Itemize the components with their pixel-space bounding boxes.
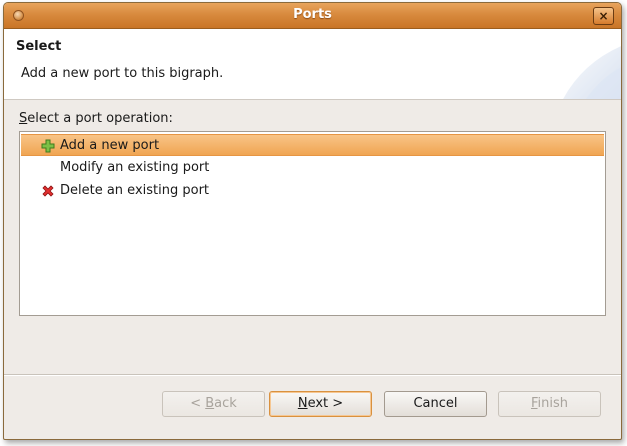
next-button[interactable]: Next >: [269, 391, 372, 417]
prompt-text: elect a port operation:: [27, 111, 173, 126]
next-label: ext >: [307, 396, 344, 411]
back-mnemonic: B: [205, 396, 215, 411]
back-button[interactable]: < Back: [162, 391, 265, 417]
button-separator: [4, 374, 621, 376]
finish-button[interactable]: Finish: [498, 391, 601, 417]
cancel-button[interactable]: Cancel: [384, 391, 487, 417]
list-item-add-port[interactable]: Add a new port: [21, 134, 604, 156]
operation-list[interactable]: Add a new port Modify an existing port D…: [19, 131, 606, 316]
back-prefix: <: [190, 396, 206, 411]
list-item-label: Add a new port: [60, 138, 160, 153]
page-description: Add a new port to this bigraph.: [21, 66, 224, 81]
header-decoration-icon: [563, 46, 621, 99]
red-x-icon: [42, 185, 54, 197]
list-item-delete-port[interactable]: Delete an existing port: [21, 180, 604, 202]
window-title: Ports: [293, 7, 332, 22]
finish-label: inish: [537, 396, 569, 411]
title-bar[interactable]: Ports ×: [4, 3, 621, 29]
back-label: ack: [214, 396, 237, 411]
list-item-label: Delete an existing port: [60, 183, 210, 198]
next-mnemonic: N: [297, 396, 308, 411]
list-item-label: Modify an existing port: [60, 160, 210, 175]
operation-prompt: Select a port operation:: [19, 111, 173, 126]
page-title: Select: [16, 39, 62, 54]
wizard-header: Select Add a new port to this bigraph.: [4, 29, 621, 100]
close-button[interactable]: ×: [593, 7, 614, 25]
list-item-modify-port[interactable]: Modify an existing port: [21, 157, 604, 179]
ports-dialog: Ports × Select Add a new port to this bi…: [3, 2, 622, 440]
green-plus-icon: [41, 139, 55, 153]
